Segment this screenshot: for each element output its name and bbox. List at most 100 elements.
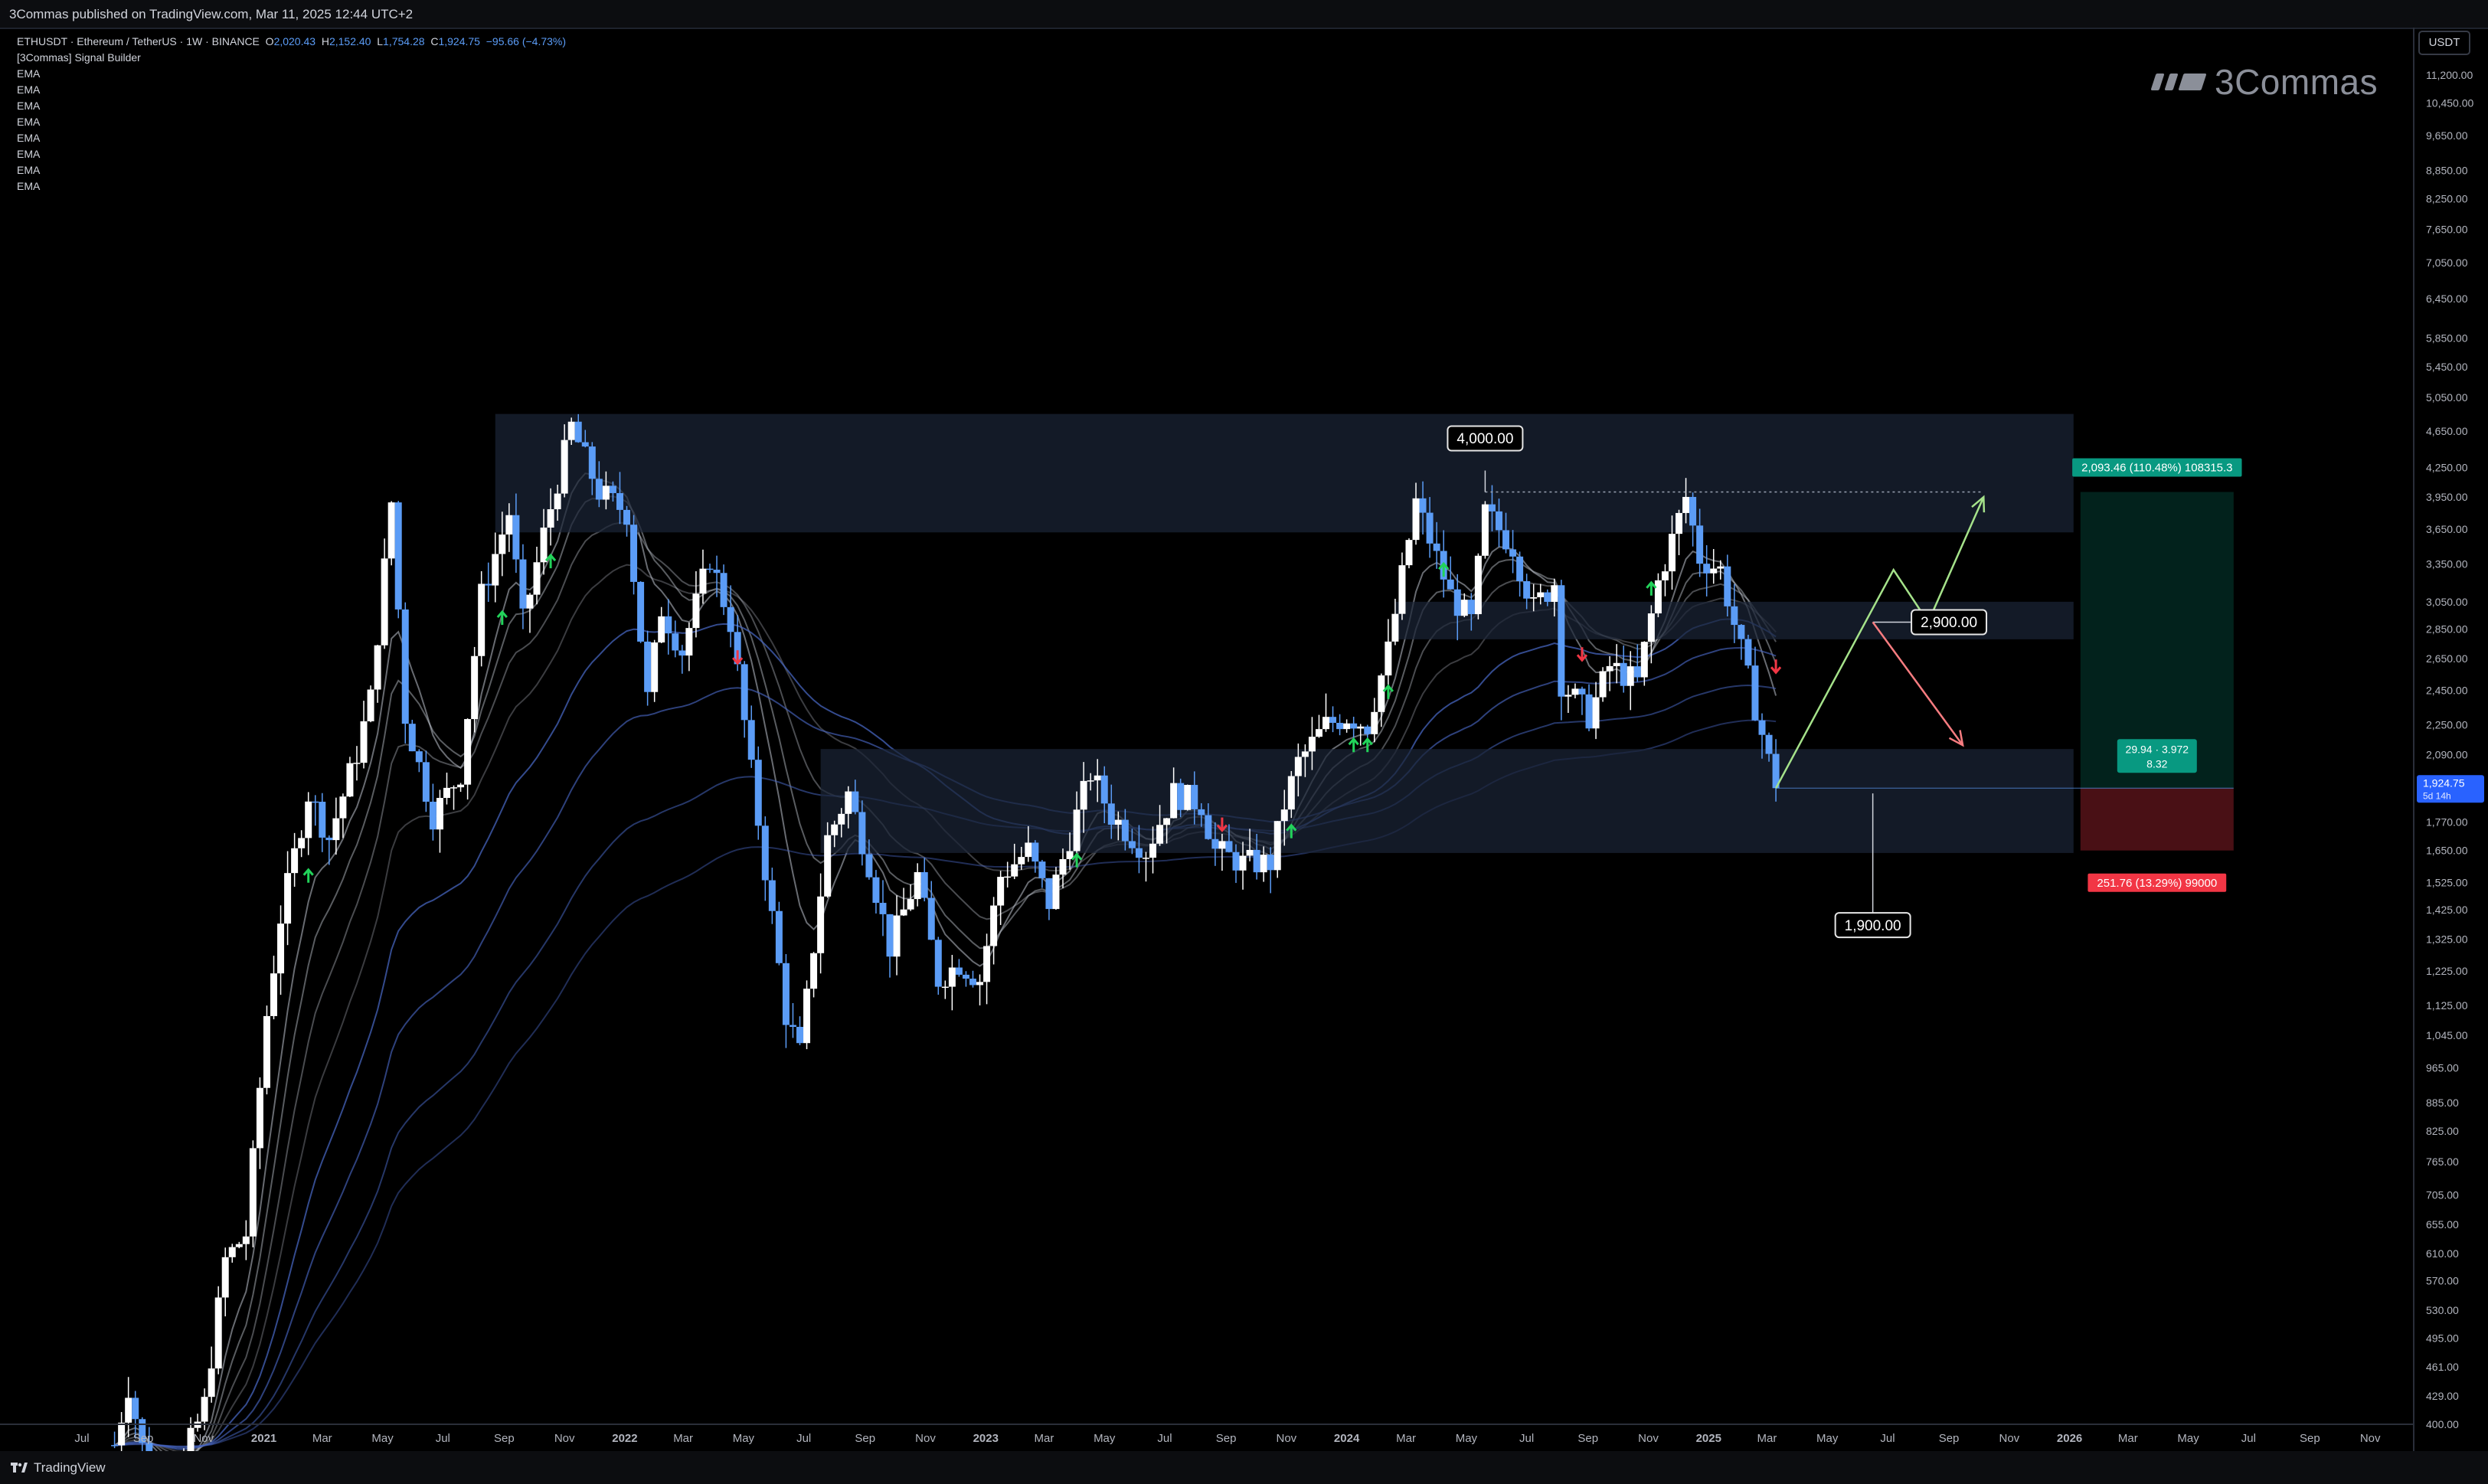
candle-body (533, 562, 541, 595)
bearish-projection-path (1872, 621, 1964, 746)
candle-body (1087, 780, 1094, 782)
candle-body (561, 440, 568, 494)
candle-body (983, 946, 991, 982)
candle-body (1218, 841, 1226, 849)
candle-body (526, 594, 534, 609)
candle-body (775, 910, 783, 963)
level-4000-label: 4,000.00 (1447, 425, 1524, 452)
candle-body (256, 1087, 263, 1149)
price-tick-label: 2,650.00 (2426, 652, 2468, 665)
candle-body (803, 989, 811, 1044)
candle-body (1551, 585, 1558, 602)
candle-body (312, 801, 319, 803)
resistance-support-zone (820, 749, 2074, 853)
candle-body (623, 509, 631, 525)
price-tick-label: 429.00 (2426, 1390, 2459, 1402)
candle-body (1357, 726, 1365, 729)
candle-body (727, 606, 734, 632)
candle-body (1018, 857, 1025, 865)
indicator-ema[interactable]: EMA (17, 114, 566, 130)
indicator-ema[interactable]: EMA (17, 130, 566, 146)
candle-body (796, 1026, 804, 1044)
time-tick-label: Jul (796, 1432, 811, 1445)
candle-body (1308, 737, 1316, 752)
candle-body (1052, 874, 1060, 910)
candle-body (1198, 809, 1205, 816)
candle-body (845, 791, 852, 814)
time-tick-label: 2021 (251, 1432, 276, 1445)
svg-text:4,000.00: 4,000.00 (1457, 431, 1513, 447)
candle-body (1100, 775, 1108, 804)
svg-text:2,093.46 (110.48%) 108315.3: 2,093.46 (110.48%) 108315.3 (2081, 462, 2232, 475)
candle-body (1343, 723, 1351, 730)
candle-body (1419, 498, 1427, 513)
candle-body (1412, 498, 1420, 541)
candle-body (969, 979, 976, 986)
ema-line (114, 564, 1777, 1451)
candle-body (298, 838, 306, 848)
candle-body (450, 787, 458, 789)
candle-body (1273, 821, 1281, 871)
brand-logo: 3Commas (2150, 61, 2378, 103)
candle-body (672, 633, 679, 651)
symbol-title[interactable]: ETHUSDT · Ethereum / TetherUS · 1W · BIN… (17, 35, 260, 47)
candle-body (1073, 809, 1081, 852)
candle-body (1211, 838, 1219, 849)
candle-body (1239, 855, 1247, 871)
indicator-ema[interactable]: EMA (17, 66, 566, 82)
candle-body (408, 724, 416, 752)
candle-body (1045, 878, 1053, 910)
indicator-ema[interactable]: EMA (17, 146, 566, 162)
candle-body (1633, 666, 1641, 678)
price-tick-label: 1,770.00 (2426, 816, 2468, 829)
candle-body (831, 824, 839, 835)
candle-body (457, 784, 465, 788)
price-tick-label: 461.00 (2426, 1361, 2459, 1373)
indicator-ema[interactable]: EMA (17, 98, 566, 114)
candle-body (1516, 556, 1524, 581)
candle-body (263, 1015, 270, 1088)
price-tick-label: 6,450.00 (2426, 293, 2468, 305)
time-tick-label: Jul (436, 1432, 450, 1445)
indicator-ema[interactable]: EMA (17, 82, 566, 98)
candle-body (1177, 783, 1185, 810)
candle-body (955, 967, 963, 975)
candle-body (346, 763, 354, 797)
price-chart[interactable]: 4,000.00 2,900.00 1,900.00 2,093.46 (110.48… (0, 0, 2488, 1451)
time-tick-label: May (2177, 1432, 2199, 1445)
indicator-ema[interactable]: EMA (17, 162, 566, 178)
candle-body (1647, 613, 1655, 642)
candle-body (485, 583, 492, 586)
price-tick-label: 1,125.00 (2426, 999, 2468, 1012)
candle-body (678, 650, 686, 656)
candle-body (1107, 803, 1115, 825)
price-tick-label: 495.00 (2426, 1332, 2459, 1344)
rr-label-2: 8.32 (2146, 757, 2167, 770)
candle-body (852, 791, 859, 812)
tradingview-brand[interactable]: TradingView (11, 1460, 106, 1476)
close-value: 1,924.75 (438, 35, 480, 47)
3commas-logo-icon (2150, 74, 2207, 90)
price-tick-label: 1,045.00 (2426, 1029, 2468, 1041)
candle-body (747, 720, 755, 760)
time-tick-label: Nov (1277, 1432, 1297, 1445)
candle-body (720, 573, 727, 607)
indicator-signal-builder[interactable]: [3Commas] Signal Builder (17, 50, 566, 66)
price-tick-label: 4,250.00 (2426, 461, 2468, 473)
svg-text:2,900.00: 2,900.00 (1921, 615, 1977, 631)
candle-body (581, 442, 589, 447)
candle-body (907, 899, 914, 910)
candle-body (1495, 511, 1502, 531)
candle-body (1689, 496, 1697, 526)
price-tick-label: 8,850.00 (2426, 165, 2468, 177)
indicator-ema[interactable]: EMA (17, 178, 566, 194)
candle-body (637, 581, 645, 642)
candle-body (699, 568, 707, 594)
candle-body (1668, 534, 1676, 572)
price-tick-label: 705.00 (2426, 1188, 2459, 1201)
change-value: −95.66 (−4.73%) (486, 35, 567, 47)
currency-button[interactable]: USDT (2418, 31, 2470, 55)
candle-body (838, 813, 845, 825)
price-tick-label: 1,525.00 (2426, 876, 2468, 888)
candle-body (706, 568, 714, 570)
